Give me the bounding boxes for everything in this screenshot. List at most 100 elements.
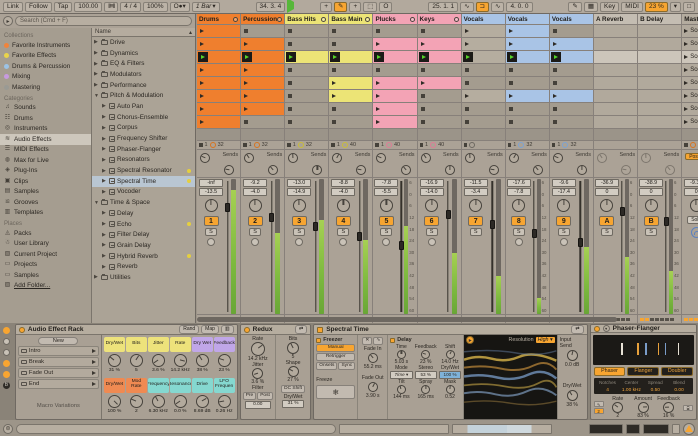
clip-stop-icon[interactable] — [420, 120, 425, 124]
send-b-knob[interactable] — [268, 165, 279, 175]
arm-button[interactable] — [339, 238, 348, 246]
mini-device-1[interactable] — [589, 423, 623, 434]
phaser-fold-icon[interactable]: ▾ — [602, 325, 610, 332]
playing-clip-slot[interactable] — [417, 51, 461, 63]
solo-button[interactable]: S — [600, 228, 613, 236]
clip-stop-icon[interactable] — [288, 94, 293, 98]
fader-handle[interactable] — [269, 212, 275, 222]
phaser-title-bar[interactable]: ▾ Phaser-Flanger — [590, 325, 696, 333]
arm-button[interactable] — [251, 238, 260, 246]
new-variation-button[interactable]: New — [38, 337, 79, 345]
fader-handle[interactable] — [445, 210, 451, 220]
draw-mode-button[interactable]: ✎ — [568, 1, 582, 12]
sidebar-category-audio-effects[interactable]: ≋ Audio Effects — [0, 134, 91, 145]
mode-phaser-button[interactable]: Phaser — [593, 367, 626, 376]
redux-power-icon[interactable] — [243, 326, 250, 333]
track-collapse-icon[interactable] — [365, 16, 371, 22]
empty-slot[interactable] — [593, 25, 638, 37]
clip-stop-icon[interactable] — [420, 107, 425, 111]
clip-play-icon[interactable] — [244, 107, 249, 111]
browser-back-icon[interactable]: ▸ — [3, 16, 13, 26]
browser-item-utilities[interactable]: ▶ Utilities — [92, 272, 195, 283]
clip-play-icon[interactable] — [332, 94, 337, 98]
launch-variation-icon[interactable] — [91, 349, 96, 353]
browser-list-header[interactable]: Name ▴ — [92, 28, 195, 37]
clip-slot[interactable] — [373, 38, 417, 50]
freezer-sync-button[interactable]: Sync — [338, 362, 356, 370]
clip-play-icon[interactable] — [200, 81, 204, 85]
clip-stop-icon[interactable] — [376, 68, 381, 72]
send-b-knob[interactable] — [444, 165, 455, 175]
peak-level-field[interactable]: -11.5 — [463, 179, 488, 187]
collapsed-arrow-icon[interactable]: ▶ — [102, 103, 107, 109]
track-header[interactable]: A Reverb — [593, 14, 638, 24]
punch-out-button[interactable]: ∿ — [490, 1, 505, 12]
volume-fader[interactable] — [399, 179, 405, 314]
clip-stop-icon[interactable] — [508, 107, 513, 111]
playing-clip-icon[interactable] — [330, 52, 341, 62]
browser-item-filter-delay[interactable]: ▶ Filter Delay — [92, 229, 195, 240]
send-a-knob[interactable] — [244, 153, 255, 163]
playing-clip-slot[interactable] — [241, 51, 285, 63]
clip-play-icon[interactable] — [244, 68, 249, 72]
peak-level-field[interactable]: -16.9 — [419, 179, 444, 187]
macro-knob[interactable] — [173, 394, 187, 408]
solo-button[interactable]: S — [249, 228, 262, 236]
launch-variation-icon[interactable] — [91, 360, 96, 364]
volume-field[interactable]: -17.4 — [551, 188, 576, 196]
stop-slot[interactable] — [505, 103, 549, 115]
key-map-button[interactable]: Key — [600, 1, 620, 12]
stop-slot[interactable] — [505, 77, 549, 89]
browser-item-performance[interactable]: ▶ Performance — [92, 80, 195, 91]
empty-slot[interactable] — [593, 77, 638, 89]
browser-item-corpus[interactable]: ▶ Corpus — [92, 123, 195, 134]
track-header[interactable]: B Delay — [638, 14, 682, 24]
stop-slot[interactable] — [417, 90, 461, 102]
clip-stop-icon[interactable] — [244, 29, 249, 33]
delay-drywet-value[interactable]: 100 % — [438, 371, 462, 379]
delay-feedback-knob[interactable] — [421, 350, 431, 359]
playing-clip-icon[interactable] — [242, 52, 253, 62]
phaser-feedback-knob[interactable] — [663, 402, 675, 413]
stop-slot[interactable] — [461, 103, 505, 115]
cue-headphone-icon[interactable] — [690, 227, 698, 238]
clip-slot[interactable] — [373, 103, 417, 115]
macro-label[interactable]: Dry/Wet — [103, 377, 125, 393]
send-b-knob[interactable] — [532, 165, 543, 175]
collapsed-arrow-icon[interactable]: ▶ — [94, 50, 99, 56]
macro-label[interactable]: Dry/Wet — [103, 337, 125, 352]
clip-slot[interactable] — [241, 64, 285, 76]
macro-knob[interactable] — [129, 394, 143, 408]
volume-field[interactable]: -4.0 — [243, 188, 268, 196]
clip-slot[interactable] — [461, 38, 505, 50]
macro-variation-break[interactable]: Break — [17, 357, 99, 367]
pan-knob[interactable] — [336, 199, 350, 212]
playing-clip-icon[interactable] — [550, 52, 561, 62]
clip-stop-icon[interactable] — [420, 94, 425, 98]
clip-slot[interactable] — [197, 103, 241, 115]
stop-slot[interactable] — [505, 64, 549, 76]
volume-fader[interactable] — [269, 179, 275, 314]
sidebar-collection-favorite-effects[interactable]: Favorite Effects — [0, 51, 91, 62]
sidebar-place-user-library[interactable]: ☃ User Library — [0, 239, 91, 250]
stop-slot[interactable] — [549, 64, 593, 76]
browser-item-dynamics[interactable]: ▶ Dynamics — [92, 48, 195, 59]
fade-curve-button[interactable]: ∿ — [373, 337, 384, 345]
empty-slot[interactable] — [593, 103, 638, 115]
volume-field[interactable]: -4.0 — [331, 188, 356, 196]
peak-level-field[interactable]: -inf — [199, 179, 223, 187]
clip-play-icon[interactable] — [420, 81, 425, 85]
macro-knob[interactable] — [173, 354, 187, 367]
sidebar-category-templates[interactable]: ▥ Templates — [0, 208, 91, 219]
sidebar-category-drums[interactable]: ☷ Drums — [0, 113, 91, 124]
redux-rate-knob[interactable] — [250, 342, 265, 356]
macro-label[interactable]: Drive — [191, 377, 213, 393]
loop-button[interactable]: O — [379, 1, 393, 12]
pan-knob[interactable] — [644, 199, 658, 212]
scene-slot[interactable]: Scene 4 — [682, 64, 698, 76]
collapsed-arrow-icon[interactable]: ▶ — [102, 168, 107, 174]
freezer-retrigger-button[interactable]: Retrigger — [316, 353, 356, 361]
macro-variation-end[interactable]: End — [17, 379, 99, 389]
stop-slot[interactable] — [285, 25, 329, 37]
clip-play-icon[interactable] — [508, 94, 513, 98]
